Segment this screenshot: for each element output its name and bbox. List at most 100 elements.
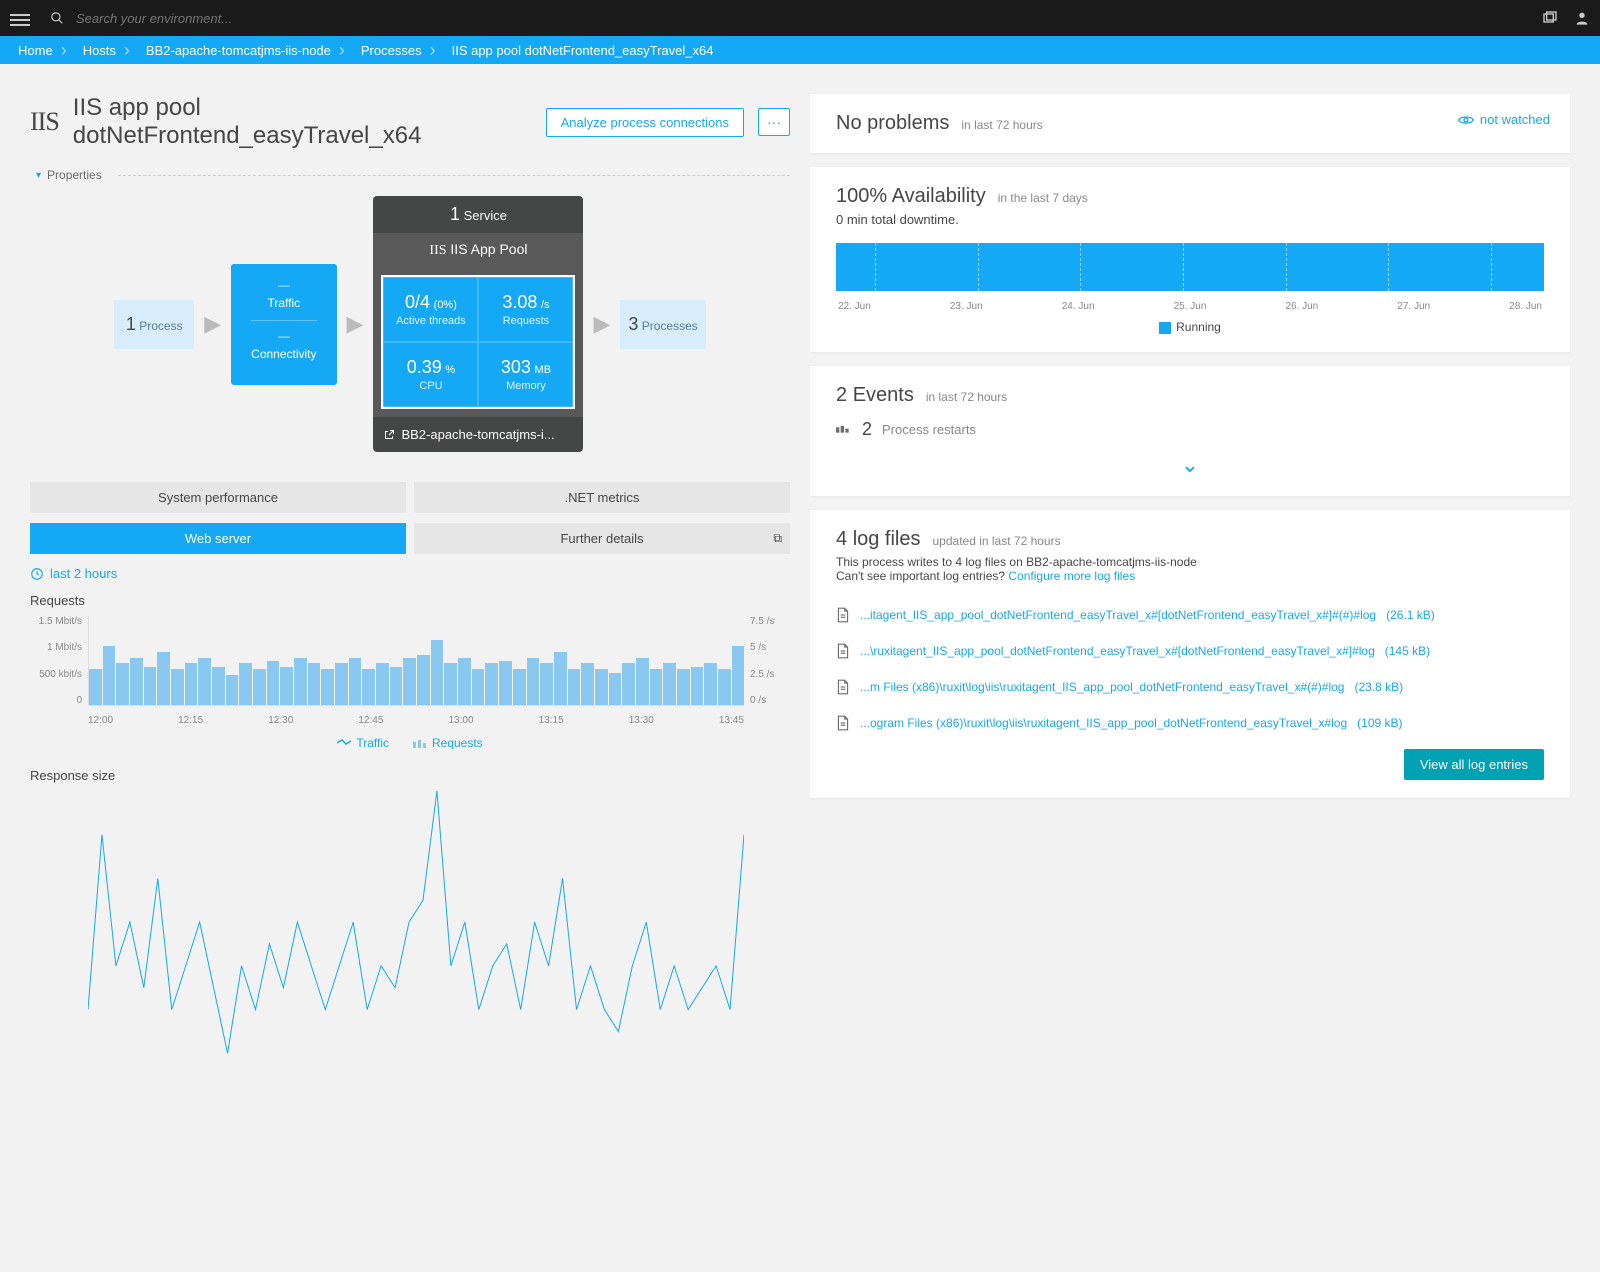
tab-net-metrics[interactable]: .NET metrics xyxy=(414,482,790,513)
more-button[interactable]: ··· xyxy=(758,108,790,136)
chart-bar xyxy=(185,663,198,705)
log-file-link[interactable]: ...ogram Files (x86)\ruxit\log\iis\ruxit… xyxy=(836,705,1544,741)
arrow-right-icon: ▶ xyxy=(204,311,221,337)
chart-bar xyxy=(198,658,211,705)
availability-card: 100% Availability in the last 7 days 0 m… xyxy=(810,167,1570,352)
chart-bar xyxy=(89,669,102,705)
chart-bar xyxy=(335,663,348,705)
log-file-link[interactable]: ...m Files (x86)\ruxit\log\iis\ruxitagen… xyxy=(836,669,1544,705)
tab-system-performance[interactable]: System performance xyxy=(30,482,406,513)
availability-chart[interactable] xyxy=(836,243,1544,291)
chart-bar xyxy=(622,663,635,705)
chart-bar xyxy=(226,675,239,705)
metric-memory: 303 MBMemory xyxy=(478,342,573,407)
chevron-down-icon: ▾ xyxy=(36,170,41,181)
watch-toggle[interactable]: not watched xyxy=(1458,112,1550,127)
chart-bar xyxy=(527,658,540,705)
event-row[interactable]: 2 Process restarts xyxy=(836,419,1544,440)
chart-bar xyxy=(581,663,594,705)
view-all-logs-button[interactable]: View all log entries xyxy=(1404,749,1544,780)
breadcrumb-home[interactable]: Home xyxy=(10,40,75,61)
tab-web-server[interactable]: Web server xyxy=(30,523,406,554)
chart-bar xyxy=(171,669,184,705)
arrow-right-icon: ▶ xyxy=(347,311,364,337)
log-file-link[interactable]: ...\ruxitagent_IIS_app_pool_dotNetFronte… xyxy=(836,633,1544,669)
downtime-label: 0 min total downtime. xyxy=(836,212,1544,227)
chart-bar xyxy=(568,669,581,705)
topology-left-process[interactable]: 1 Process xyxy=(114,300,194,349)
chart-bar xyxy=(417,655,430,705)
traffic-box[interactable]: — Traffic — Connectivity xyxy=(231,264,336,385)
eye-icon xyxy=(1458,114,1474,126)
chart-bar xyxy=(157,652,170,705)
chart-bar xyxy=(349,658,362,705)
external-link-icon xyxy=(383,429,395,441)
metric-cpu: 0.39 %CPU xyxy=(383,342,478,407)
external-link-icon: ⧉ xyxy=(773,531,782,546)
chart-bar xyxy=(130,658,143,705)
line-icon xyxy=(337,738,351,748)
problems-card: No problems in last 72 hours not watched xyxy=(810,94,1570,153)
chart-bar xyxy=(458,658,471,705)
chart-bar xyxy=(718,669,731,705)
tab-further-details[interactable]: Further details⧉ xyxy=(414,523,790,554)
chart-bar xyxy=(321,669,334,705)
chart-bar xyxy=(554,652,567,705)
events-card: 2 Events in last 72 hours 2 Process rest… xyxy=(810,366,1570,496)
metric-threads: 0/4 (0%)Active threads xyxy=(383,277,478,342)
availability-legend: Running xyxy=(836,320,1544,334)
menu-icon[interactable] xyxy=(10,11,30,25)
file-icon xyxy=(836,643,850,659)
topology-right-processes[interactable]: 3 Processes xyxy=(620,300,705,349)
file-icon xyxy=(836,715,850,731)
chart-bar xyxy=(362,669,375,705)
chart-bar xyxy=(595,669,608,705)
configure-logs-link[interactable]: Configure more log files xyxy=(1008,569,1135,583)
chart-legend: Traffic Requests xyxy=(30,736,790,750)
tabs-row-1: System performance .NET metrics xyxy=(30,482,790,513)
search-icon[interactable] xyxy=(50,11,64,25)
availability-x-axis: 22. Jun23. Jun24. Jun25. Jun26. Jun27. J… xyxy=(836,297,1544,320)
breadcrumb-current[interactable]: IIS app pool dotNetFrontend_easyTravel_x… xyxy=(444,43,722,58)
logs-desc: This process writes to 4 log files on BB… xyxy=(836,555,1544,569)
chart-bar xyxy=(609,673,622,705)
chevron-down-icon[interactable]: ⌄ xyxy=(836,452,1544,478)
file-icon xyxy=(836,607,850,623)
y-axis-right: 7.5 /s5 /s2.5 /s0 /s xyxy=(750,616,790,706)
breadcrumb-processes[interactable]: Processes xyxy=(353,40,444,61)
iis-logo-icon: IIS xyxy=(429,243,446,258)
breadcrumb-hosts[interactable]: Hosts xyxy=(75,40,138,61)
chart-bar xyxy=(472,669,485,705)
chart-bar xyxy=(485,663,498,705)
chart-bar xyxy=(253,669,266,705)
user-icon[interactable] xyxy=(1574,10,1590,26)
chart-bar xyxy=(376,663,389,705)
search-input[interactable] xyxy=(76,11,476,26)
chart-bar xyxy=(390,667,403,705)
legend-requests[interactable]: Requests xyxy=(413,736,483,750)
time-selector[interactable]: last 2 hours xyxy=(30,566,790,581)
bars-icon xyxy=(413,738,427,748)
chart-bar xyxy=(636,658,649,705)
file-icon xyxy=(836,679,850,695)
legend-traffic[interactable]: Traffic xyxy=(337,736,389,750)
response-size-title: Response size xyxy=(30,768,790,783)
chart-bar xyxy=(116,663,129,705)
restart-icon xyxy=(836,424,852,436)
properties-toggle[interactable]: ▾ Properties xyxy=(30,168,790,182)
chart-bar xyxy=(294,658,307,705)
chart-bar xyxy=(280,667,293,705)
plot-area[interactable] xyxy=(88,616,744,706)
iis-logo-icon: IIS xyxy=(30,107,59,137)
breadcrumb-host[interactable]: BB2-apache-tomcatjms-iis-node xyxy=(138,40,353,61)
chart-bar xyxy=(499,661,512,705)
chart-bar xyxy=(704,663,717,705)
windows-icon[interactable] xyxy=(1542,10,1558,26)
y-axis-left: 1.5 Mbit/s1 Mbit/s500 kbit/s0 xyxy=(30,616,82,706)
iis-card[interactable]: 1 Service IIS IIS App Pool 0/4 (0%)Activ… xyxy=(373,196,583,452)
arrow-right-icon: ▶ xyxy=(593,311,610,337)
chart-bar xyxy=(308,663,321,705)
topology: 1 Process ▶ — Traffic — Connectivity ▶ 1… xyxy=(30,196,790,452)
log-file-link[interactable]: ...itagent_IIS_app_pool_dotNetFrontend_e… xyxy=(836,597,1544,633)
analyze-button[interactable]: Analyze process connections xyxy=(546,108,744,137)
